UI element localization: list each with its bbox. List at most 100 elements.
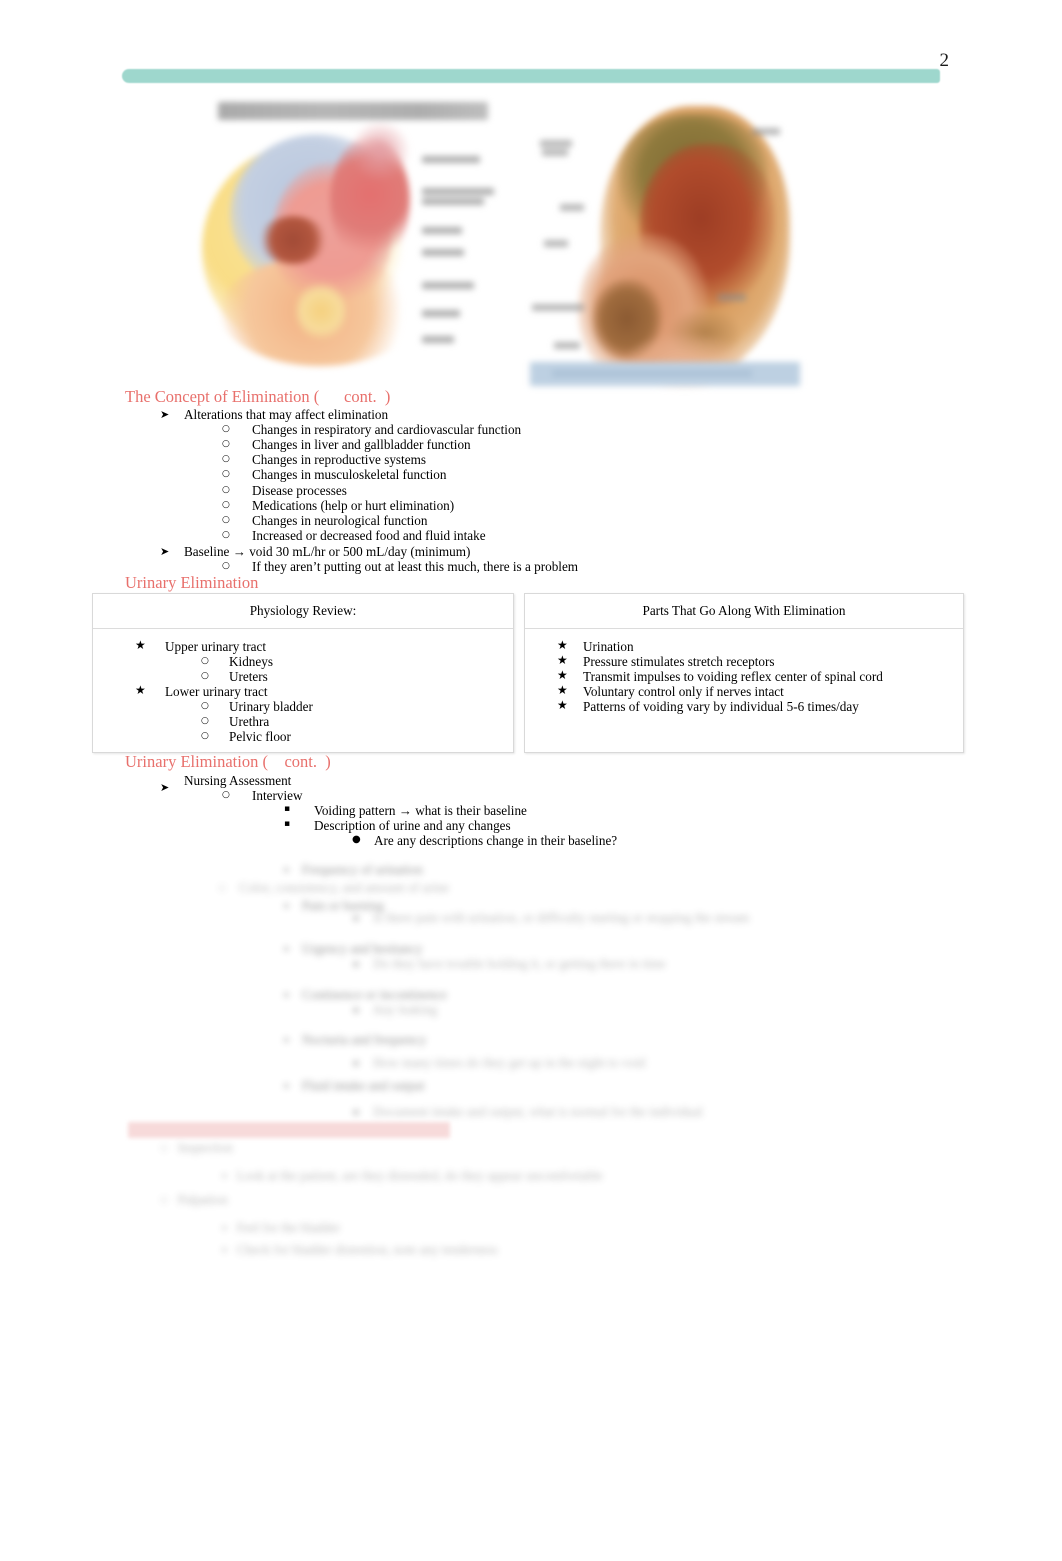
list-item: Alterations that may affect elimination bbox=[184, 407, 389, 422]
bullet-arrow-icon: ➤ bbox=[160, 545, 170, 558]
obscured-text-line: ▪ Nocturia and frequency bbox=[284, 1032, 427, 1047]
highlight-bar bbox=[128, 1122, 450, 1138]
diagram-label bbox=[422, 336, 454, 343]
diagram-label bbox=[532, 304, 584, 311]
anatomy-shape bbox=[296, 281, 346, 341]
list-item: Ureters bbox=[229, 669, 268, 684]
list-item: Urination bbox=[583, 639, 634, 654]
diagram-label bbox=[542, 149, 568, 156]
diagram-label bbox=[544, 240, 568, 247]
obscured-text-line: ▪ Look at the patient, are they distende… bbox=[222, 1168, 603, 1183]
list-item: Increased or decreased food and fluid in… bbox=[252, 528, 486, 543]
diagram-label bbox=[422, 198, 484, 205]
anatomy-shape bbox=[258, 216, 328, 264]
obscured-text-line: ○ Color, consistency, and amount of urin… bbox=[218, 880, 450, 895]
list-item: Changes in neurological function bbox=[252, 513, 428, 528]
list-item: Baseline → void 30 mL/hr or 500 mL/day (… bbox=[184, 544, 471, 559]
bullet-arrow-icon: ➤ bbox=[160, 408, 170, 421]
bullet-star-icon: ★ bbox=[135, 638, 146, 652]
heading-urinary-elimination: Urinary Elimination bbox=[125, 573, 259, 592]
bullet-circle-icon: ○ bbox=[201, 716, 209, 726]
bullet-square-icon: ▪ bbox=[284, 819, 291, 829]
bullet-circle-icon: ○ bbox=[222, 530, 230, 540]
comparison-table: Physiology Review: ★ Upper urinary tract… bbox=[92, 593, 964, 755]
bullet-circle-icon: ○ bbox=[222, 790, 230, 800]
table-header-divider bbox=[525, 628, 963, 629]
obscured-text-line: ▪ Continence or incontinence bbox=[284, 987, 447, 1002]
bullet-square-icon: ▪ bbox=[284, 804, 291, 814]
table-header-divider bbox=[93, 628, 513, 629]
obscured-text-line: ▪ Urgency and hesitancy bbox=[284, 941, 423, 956]
table-column-header: Physiology Review: bbox=[249, 603, 357, 618]
diagram-label bbox=[540, 140, 572, 147]
bullet-circle-icon: ○ bbox=[222, 454, 230, 464]
list-item: Disease processes bbox=[252, 483, 347, 498]
obscured-text-line: ▪ Check for bladder distention, note any… bbox=[222, 1242, 498, 1257]
diagram-title-bar bbox=[218, 102, 488, 120]
bullet-circle-icon: ○ bbox=[201, 656, 209, 666]
bullet-circle-icon: ○ bbox=[222, 439, 230, 449]
diagram-label bbox=[554, 342, 580, 349]
bullet-circle-icon: ○ bbox=[201, 701, 209, 711]
table-cell-physiology-review: Physiology Review: ★ Upper urinary tract… bbox=[92, 593, 514, 753]
bullet-arrow-icon: ➤ bbox=[160, 781, 170, 794]
pelvic-anatomy-diagram bbox=[530, 104, 800, 394]
list-item: Lower urinary tract bbox=[165, 684, 268, 699]
bullet-circle-icon: ○ bbox=[222, 500, 230, 510]
list-item: Pressure stimulates stretch receptors bbox=[583, 654, 775, 669]
diagram-label bbox=[422, 156, 480, 163]
list-item: Changes in liver and gallbladder functio… bbox=[252, 437, 471, 452]
list-item: Description of urine and any changes bbox=[314, 818, 511, 833]
obscured-text-line: ○ Inspection bbox=[160, 1140, 233, 1155]
list-item: Transmit impulses to voiding reflex cent… bbox=[583, 669, 883, 684]
list-item: Upper urinary tract bbox=[165, 639, 267, 654]
bullet-circle-icon: ○ bbox=[222, 515, 230, 525]
obscured-text-line: ▪ Frequency of urination bbox=[284, 862, 423, 877]
list-item: Changes in respiratory and cardiovascula… bbox=[252, 422, 522, 437]
table-cell-parts-of-elimination: Parts That Go Along With Elimination ★ U… bbox=[524, 593, 964, 753]
list-item: Interview bbox=[252, 788, 303, 803]
obscured-text-line: ▪ Fluid intake and output bbox=[284, 1078, 425, 1093]
diagram-caption-bar bbox=[530, 362, 800, 386]
diagram-label bbox=[422, 188, 494, 195]
list-item: Kidneys bbox=[229, 654, 273, 669]
anatomy-shape bbox=[350, 121, 410, 181]
obscured-text-line: ● Is there pain with urination, or diffi… bbox=[352, 910, 750, 925]
heading-urinary-elimination-cont: Urinary Elimination ( cont. ) bbox=[125, 752, 331, 771]
list-item: Changes in reproductive systems bbox=[252, 452, 426, 467]
heading-concept-of-elimination: The Concept of Elimination ( cont. ) bbox=[125, 387, 391, 406]
list-item: Urethra bbox=[229, 714, 270, 729]
bullet-circle-icon: ○ bbox=[201, 731, 209, 741]
list-item: Voluntary control only if nerves intact bbox=[583, 684, 784, 699]
obscured-text-line: ● How many times do they get up in the n… bbox=[352, 1055, 646, 1070]
list-item: Voiding pattern → what is their baseline bbox=[314, 803, 527, 818]
list-item: Are any descriptions change in their bas… bbox=[374, 833, 618, 848]
document-page: 2 The Concept of Elimination (cont.) ➤… bbox=[0, 0, 1062, 1561]
obscured-text-line: ● Any leaking bbox=[352, 1002, 438, 1017]
diagram-label bbox=[752, 128, 780, 135]
table-column-header: Parts That Go Along With Elimination bbox=[642, 603, 846, 618]
bullet-circle-icon: ○ bbox=[222, 561, 230, 571]
diagram-label bbox=[422, 227, 462, 234]
diagram-label bbox=[560, 204, 584, 211]
list-item: Nursing Assessment bbox=[184, 773, 292, 788]
list-item: If they aren’t putting out at least this… bbox=[252, 559, 579, 574]
bullet-circle-icon: ○ bbox=[222, 485, 230, 495]
page-number: 2 bbox=[939, 50, 950, 71]
bullet-star-icon: ★ bbox=[557, 683, 568, 697]
obscured-text-line: ● Document intake and output, what is no… bbox=[352, 1104, 703, 1119]
list-item: Patterns of voiding vary by individual 5… bbox=[583, 699, 859, 714]
bullet-circle-icon: ○ bbox=[201, 671, 209, 681]
diagram-label bbox=[718, 294, 746, 301]
obscured-text-line: ▪ Feel for the bladder bbox=[222, 1220, 341, 1235]
bullet-star-icon: ★ bbox=[557, 638, 568, 652]
obscured-text-line: ○ Palpation bbox=[160, 1192, 228, 1207]
list-item: Changes in musculoskeletal function bbox=[252, 467, 447, 482]
diagram-label bbox=[422, 310, 460, 317]
diagram-label bbox=[422, 249, 464, 256]
list-item: Medications (help or hurt elimination) bbox=[252, 498, 455, 513]
bullet-star-icon: ★ bbox=[135, 683, 146, 697]
bullet-star-icon: ★ bbox=[557, 698, 568, 712]
diagram-label bbox=[422, 282, 474, 289]
female-reproductive-system-diagram bbox=[200, 96, 500, 386]
